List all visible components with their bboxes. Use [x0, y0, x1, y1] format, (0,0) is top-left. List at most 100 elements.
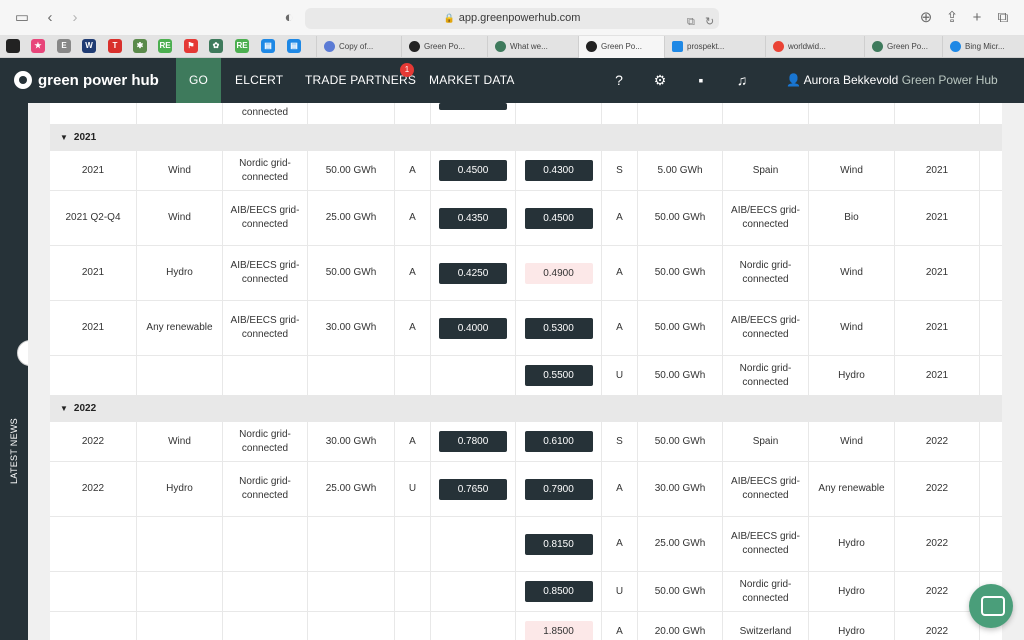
- ask-price-box[interactable]: 0.5500: [524, 365, 593, 386]
- browser-tab-3[interactable]: What we...: [487, 36, 578, 58]
- cell-period-b: 2021: [895, 356, 980, 395]
- tab-overview-icon[interactable]: ⧉: [994, 9, 1012, 27]
- bid-price-box[interactable]: [439, 103, 507, 110]
- type-a-text: A: [409, 212, 416, 223]
- cell-bid: [431, 572, 516, 611]
- table-row[interactable]: 2021 Hydro AIB/EECS grid-connected 50.00 GW…: [50, 246, 1002, 301]
- pinned-tab-10[interactable]: RE: [235, 39, 249, 53]
- bid-price-box[interactable]: 0.7650: [439, 478, 507, 500]
- browser-tab-6[interactable]: worldwid...: [765, 36, 864, 58]
- period-b-text: 2021: [925, 322, 949, 333]
- nav-market-data[interactable]: MARKET DATA: [429, 58, 515, 103]
- latest-news-rail[interactable]: LATEST NEWS: [0, 103, 28, 640]
- pinned-tab-5[interactable]: T: [108, 39, 122, 53]
- cell-ask: 0.4300: [516, 151, 602, 190]
- shield-icon[interactable]: ◐: [280, 9, 298, 27]
- cell-volume-a: [308, 572, 395, 611]
- cell-volume-b: 5.00 GWh: [638, 151, 723, 190]
- bid-price-box[interactable]: 0.4000: [439, 317, 507, 339]
- pinned-tab-1[interactable]: [6, 39, 20, 53]
- pinned-tab-12[interactable]: ▤: [287, 39, 301, 53]
- bid-price-box[interactable]: 0.7800: [439, 431, 507, 452]
- address-bar[interactable]: 🔒 app.greenpowerhub.com ⧉ ↻: [305, 8, 719, 29]
- ask-price-box[interactable]: 0.6100: [524, 431, 593, 452]
- pinned-tab-9[interactable]: ✿: [209, 39, 223, 53]
- cell-volume-a: [308, 612, 395, 640]
- cell-period-b: 2021: [895, 151, 980, 190]
- source-a-text: Nordic grid-connected: [239, 428, 291, 454]
- collapse-caret-icon[interactable]: ▼: [60, 133, 68, 142]
- cell-period: 2021: [50, 151, 137, 190]
- new-tab-icon[interactable]: +: [968, 9, 986, 27]
- sidebar-toggle-icon[interactable]: ▭: [13, 9, 31, 27]
- table-row[interactable]: 2021 Q2-Q4 Wind AIB/EECS grid-connected 25.…: [50, 191, 1002, 246]
- cell-tech-b: Wind: [809, 301, 895, 355]
- reload-icon[interactable]: ↻: [705, 12, 714, 33]
- cell-volume-a: 50.00 GWh: [308, 246, 395, 300]
- translate-icon[interactable]: ⧉: [687, 12, 695, 33]
- nav-go[interactable]: GO: [176, 58, 221, 103]
- volume-a-text: 50.00 GWh: [325, 164, 377, 176]
- collapse-caret-icon[interactable]: ▼: [60, 404, 68, 413]
- pinned-tab-3[interactable]: E: [57, 39, 71, 53]
- back-icon[interactable]: ‹: [41, 9, 59, 27]
- bid-price-box[interactable]: 0.4250: [439, 262, 507, 284]
- group-header-2022[interactable]: ▼ 2022: [50, 396, 1002, 422]
- ask-price-box[interactable]: 1.8500: [524, 621, 593, 640]
- ask-price-box[interactable]: 0.8500: [524, 581, 593, 602]
- volume-a-text: 25.00 GWh: [325, 483, 377, 494]
- browser-tab-1[interactable]: Copy of...: [316, 36, 401, 58]
- share-icon[interactable]: ⇪: [943, 9, 961, 27]
- table-row[interactable]: 0.8500 U 50.00 GWh Nordic grid-connected Hyd…: [50, 572, 1002, 612]
- cell-bid: 0.7650: [431, 462, 516, 516]
- ask-price-box[interactable]: 0.4300: [524, 160, 593, 181]
- table-row[interactable]: 0.8150 A 25.00 GWh AIB/EECS grid-connected H…: [50, 517, 1002, 572]
- pinned-tab-8[interactable]: ⚑: [184, 39, 198, 53]
- group-header-2021[interactable]: ▼ 2021: [50, 125, 1002, 151]
- pinned-tab-6[interactable]: ✱: [133, 39, 147, 53]
- app-logo[interactable]: green power hub: [14, 70, 159, 90]
- cell-ask: 0.4500: [516, 191, 602, 245]
- table-row[interactable]: 0.5500 U 50.00 GWh Nordic grid-connected Hyd…: [50, 356, 1002, 396]
- cell-bid: 0.4000: [431, 301, 516, 355]
- browser-tab-4[interactable]: Green Po...: [578, 36, 664, 58]
- pinned-tab-4[interactable]: W: [82, 39, 96, 53]
- table-row[interactable]: 2021 Any renewable AIB/EECS grid-connected…: [50, 301, 1002, 356]
- cell-bid: [431, 612, 516, 640]
- ask-price-box[interactable]: 0.7900: [524, 478, 593, 500]
- pinned-tab-2[interactable]: ★: [31, 39, 45, 53]
- nav-elcert[interactable]: ELCERT: [235, 58, 283, 103]
- ask-price-box[interactable]: 0.8150: [524, 533, 593, 555]
- tech-a-text: Any renewable: [146, 322, 213, 333]
- volume-a-text: 25.00 GWh: [325, 212, 377, 223]
- browser-tab-2[interactable]: Green Po...: [401, 36, 487, 58]
- ask-price-box[interactable]: 0.4900: [524, 262, 593, 284]
- bid-price-box[interactable]: 0.4350: [439, 207, 507, 229]
- cell-source-a: Nordic grid-connected: [223, 462, 308, 516]
- table-row[interactable]: 2022 Wind Nordic grid-connected 30.00 GWh A 0…: [50, 422, 1002, 462]
- ask-price-box[interactable]: 0.4500: [524, 207, 593, 229]
- gear-icon[interactable]: ⚙: [651, 71, 669, 89]
- user-icon: 👤: [786, 73, 801, 87]
- bid-price-box[interactable]: 0.4500: [439, 160, 507, 181]
- user-menu[interactable]: 👤 Aurora Bekkevold Green Power Hub: [786, 58, 998, 103]
- pinned-tab-7[interactable]: RE: [158, 39, 172, 53]
- table-row[interactable]: 1.8500 A 20.00 GWh Switzerland Hydro 2022: [50, 612, 1002, 640]
- table-row[interactable]: connected: [50, 103, 1002, 125]
- source-b-text: AIB/EECS grid-connected: [731, 531, 800, 556]
- download-icon[interactable]: ⊕: [917, 9, 935, 27]
- table-row[interactable]: 2021 Wind Nordic grid-connected 50.00 GWh A 0…: [50, 151, 1002, 191]
- ask-price-box[interactable]: 0.5300: [524, 317, 593, 339]
- headset-icon[interactable]: ♫: [733, 71, 751, 89]
- tech-b-text: Bio: [844, 212, 859, 223]
- pinned-tab-11[interactable]: ▤: [261, 39, 275, 53]
- chat-icon[interactable]: ▪: [692, 71, 710, 89]
- support-chat-button[interactable]: [969, 584, 1013, 628]
- table-row[interactable]: 2022 Hydro Nordic grid-connected 25.00 GWh U…: [50, 462, 1002, 517]
- browser-tab-8[interactable]: Bing Micr...: [942, 36, 1024, 58]
- forward-icon[interactable]: ›: [66, 9, 84, 27]
- browser-tab-5[interactable]: prospekt...: [664, 36, 765, 58]
- help-icon[interactable]: ?: [610, 71, 628, 89]
- browser-tab-7[interactable]: Green Po...: [864, 36, 942, 58]
- nav-trade-partners[interactable]: TRADE PARTNERS: [305, 58, 416, 103]
